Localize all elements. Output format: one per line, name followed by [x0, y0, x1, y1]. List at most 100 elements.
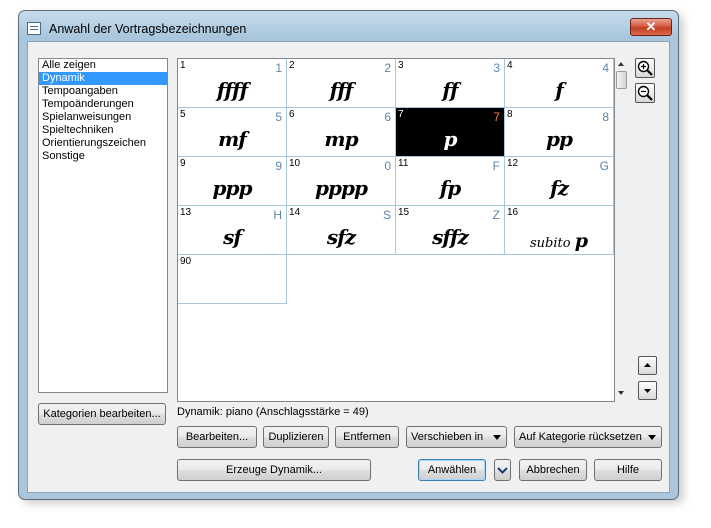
edit-button[interactable]: Bearbeiten... — [177, 426, 257, 448]
cancel-button[interactable]: Abbrechen — [519, 459, 587, 481]
cell-shortcut-key: 8 — [602, 110, 609, 124]
select-options-button[interactable] — [494, 459, 511, 481]
palette-cell[interactable]: 90 — [178, 255, 287, 304]
category-item[interactable]: Spieltechniken — [39, 124, 167, 137]
category-item[interactable]: Dynamik — [39, 72, 167, 85]
palette-cell[interactable]: 4 4 f — [505, 59, 614, 108]
dropdown-arrow-icon — [648, 435, 656, 440]
status-text: Dynamik: piano (Anschlagsstärke = 49) — [177, 406, 369, 418]
palette-cell[interactable]: 2 2 fff — [287, 59, 396, 108]
window-title: Anwahl der Vortragsbezeichnungen — [49, 22, 247, 36]
cell-shortcut-key: H — [273, 208, 282, 222]
scroll-thumb[interactable] — [616, 71, 627, 89]
palette-cell[interactable]: 16 subito p — [505, 206, 614, 255]
dialog-window: Anwahl der Vortragsbezeichnungen ✕ Alle … — [18, 10, 679, 500]
dynamic-glyph: ff — [442, 78, 458, 102]
cell-number: 9 — [180, 158, 186, 169]
move-to-dropdown[interactable]: Verschieben in — [406, 426, 507, 448]
cell-number: 6 — [289, 109, 295, 120]
palette-cell[interactable]: 3 3 ff — [396, 59, 505, 108]
cell-number: 8 — [507, 109, 513, 120]
close-button[interactable]: ✕ — [630, 18, 672, 36]
dynamic-glyph: pppp — [315, 176, 368, 200]
select-button[interactable]: Anwählen — [418, 459, 486, 481]
move-up-button[interactable] — [638, 356, 657, 375]
reset-category-dropdown[interactable]: Auf Kategorie rücksetzen — [514, 426, 662, 448]
cell-shortcut-key: 3 — [493, 61, 500, 75]
dynamic-glyph: subito p — [505, 230, 613, 252]
dynamic-glyph: sf — [223, 225, 242, 249]
edit-categories-button[interactable]: Kategorien bearbeiten... — [38, 403, 166, 425]
scroll-up-arrow-icon[interactable] — [618, 62, 624, 66]
arrow-down-icon — [644, 389, 651, 393]
zoom-out-icon — [637, 85, 653, 101]
cell-number: 12 — [507, 158, 519, 169]
category-item[interactable]: Tempoänderungen — [39, 98, 167, 111]
cell-shortcut-key: 2 — [384, 61, 391, 75]
cell-number: 11 — [398, 158, 409, 169]
cell-number: 4 — [507, 60, 513, 71]
cell-number: 90 — [180, 256, 192, 267]
dynamic-glyph: fz — [550, 176, 569, 200]
palette-cell[interactable]: 5 5 mf — [178, 108, 287, 157]
cell-number: 3 — [398, 60, 404, 71]
palette-scrollbar[interactable] — [616, 60, 629, 402]
category-item[interactable]: Sonstige — [39, 150, 167, 163]
dynamic-glyph: mp — [324, 127, 358, 151]
palette-cell[interactable]: 15 Zsffz — [396, 206, 505, 255]
move-to-label: Verschieben in — [411, 431, 484, 443]
cell-number: 16 — [507, 207, 519, 218]
palette-cell[interactable]: 13 Hsf — [178, 206, 287, 255]
cell-shortcut-key: 5 — [275, 110, 282, 124]
chevron-down-icon — [497, 467, 508, 474]
remove-button[interactable]: Entfernen — [335, 426, 399, 448]
category-item[interactable]: Alle zeigen — [39, 59, 167, 72]
duplicate-button[interactable]: Duplizieren — [263, 426, 329, 448]
cell-number: 10 — [289, 158, 301, 169]
cell-shortcut-key: 6 — [384, 110, 391, 124]
cell-shortcut-key: 4 — [602, 61, 609, 75]
palette-cell[interactable]: 12 Gfz — [505, 157, 614, 206]
reset-category-label: Auf Kategorie rücksetzen — [519, 431, 642, 443]
palette-cell[interactable]: 14 Ssfz — [287, 206, 396, 255]
dynamic-glyph: ppp — [212, 176, 253, 200]
cell-shortcut-key: 1 — [275, 61, 282, 75]
cell-shortcut-key: 0 — [384, 159, 391, 173]
zoom-out-button[interactable] — [635, 83, 655, 103]
cell-shortcut-key: G — [599, 159, 609, 173]
palette-cell[interactable]: 1 1 ffff — [178, 59, 287, 108]
cell-number: 14 — [289, 207, 301, 218]
cell-number: 1 — [180, 60, 186, 71]
palette-cell[interactable]: 11 Ffp — [396, 157, 505, 206]
category-item[interactable]: Spielanweisungen — [39, 111, 167, 124]
scroll-down-arrow-icon[interactable] — [618, 391, 624, 395]
category-item[interactable]: Tempoangaben — [39, 85, 167, 98]
dynamic-glyph: f — [555, 78, 564, 102]
dynamic-glyph: pp — [546, 127, 573, 151]
palette-grid[interactable]: 1 1 ffff 2 2 fff 3 3 ff 4 4 f 5 5 mf 6 6 mp 7 7 p 8 8 pp 9 9 ppp 10… — [177, 58, 615, 402]
category-list[interactable]: Alle zeigen Dynamik Tempoangaben Tempoänder… — [38, 58, 168, 393]
create-dynamic-button[interactable]: Erzeuge Dynamik... — [177, 459, 371, 481]
help-button[interactable]: Hilfe — [594, 459, 662, 481]
palette-cell[interactable]: 10 0 pppp — [287, 157, 396, 206]
dynamic-glyph: p — [443, 127, 458, 151]
cell-shortcut-key: Z — [492, 208, 500, 222]
palette-cell[interactable]: 6 6 mp — [287, 108, 396, 157]
category-item[interactable]: Orientierungszeichen — [39, 137, 167, 150]
dynamic-glyph: mf — [218, 127, 247, 151]
cell-shortcut-key: 9 — [275, 159, 282, 173]
palette-cell[interactable]: 7 7 p — [396, 108, 505, 157]
cell-number: 7 — [398, 109, 404, 120]
palette-cell[interactable]: 8 8 pp — [505, 108, 614, 157]
dynamic-glyph: ffff — [216, 78, 248, 102]
move-down-button[interactable] — [638, 381, 657, 400]
glyph-mark: p — [574, 230, 588, 252]
dropdown-arrow-icon — [493, 435, 501, 440]
dynamic-glyph: fff — [329, 78, 354, 102]
cell-number: 2 — [289, 60, 295, 71]
palette-cell[interactable]: 9 9 ppp — [178, 157, 287, 206]
zoom-in-button[interactable] — [635, 58, 655, 78]
title-bar[interactable]: Anwahl der Vortragsbezeichnungen ✕ — [19, 11, 678, 45]
dialog-client: Alle zeigen Dynamik Tempoangaben Tempoänder… — [27, 41, 670, 493]
zoom-in-icon — [637, 60, 653, 76]
